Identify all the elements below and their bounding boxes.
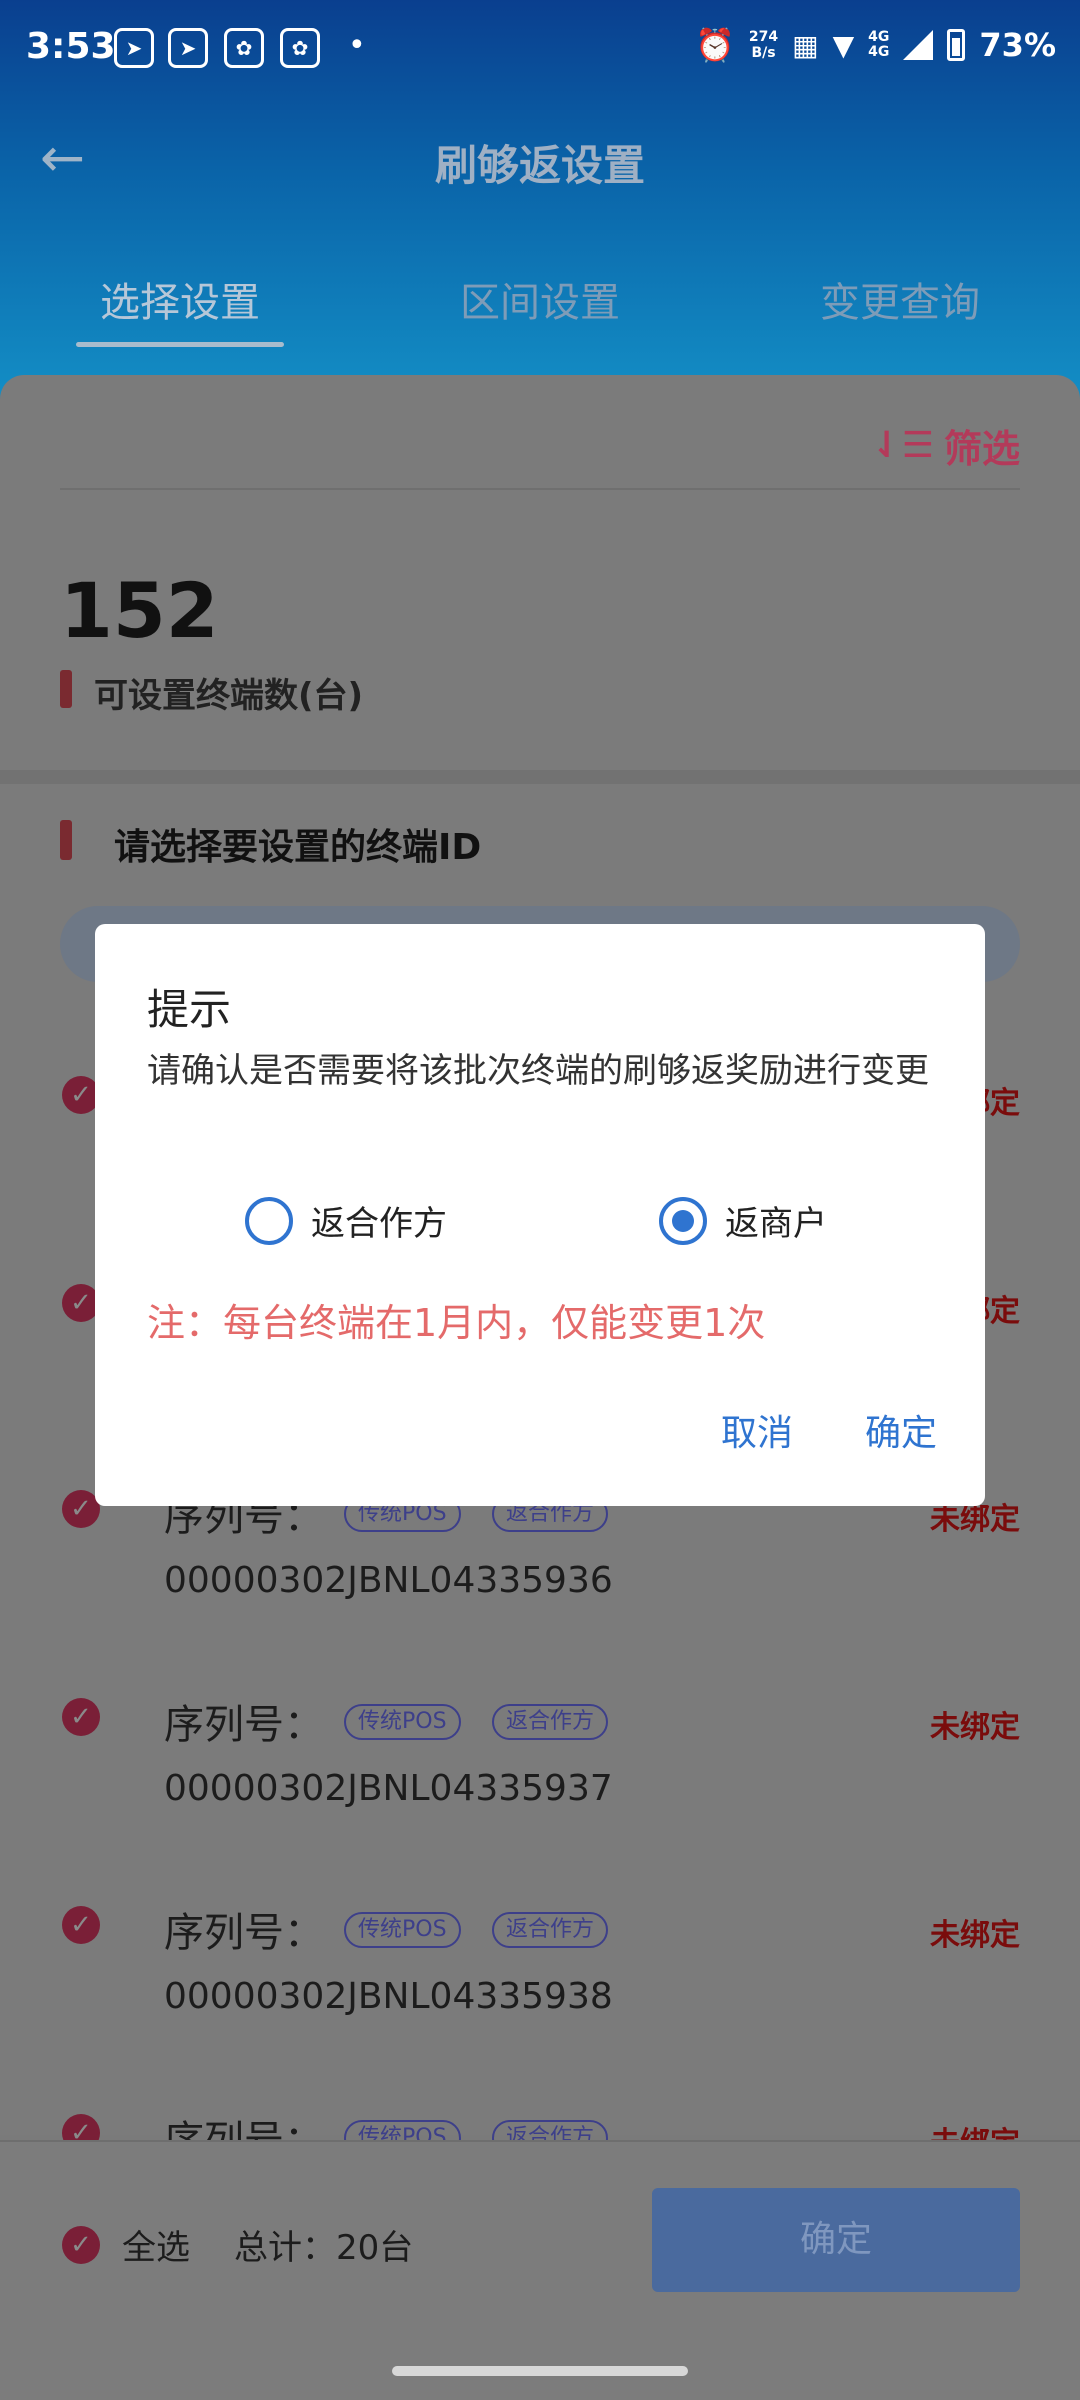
section-gap	[0, 770, 1080, 784]
total-count: 总计：20台	[234, 2228, 414, 2268]
rebate-badge: 返合作方	[492, 2120, 609, 2140]
tab-bar: 选择设置 区间设置 变更查询	[0, 270, 1080, 360]
list-item[interactable]: ✓ 序列号： 传统POS 返合作方 未绑定 00000302JBNL043359…	[0, 1698, 1080, 1906]
home-indicator[interactable]	[392, 2366, 688, 2376]
type-badge: 传统POS	[344, 2120, 461, 2140]
serial-number: 00000302JBNL04335937	[164, 1768, 613, 1809]
baidu-icon: ✿	[224, 28, 264, 68]
rebate-badge: 返合作方	[492, 1704, 609, 1740]
more-notifications-icon: •	[348, 28, 366, 63]
net-speed: 274 B/s	[748, 29, 779, 61]
radio-unchecked-icon[interactable]	[245, 1196, 293, 1245]
alarm-icon: ⏰	[695, 26, 735, 64]
radio-partner[interactable]: 返合作方	[245, 1196, 447, 1245]
section-accent-bar	[60, 820, 72, 860]
row-check-icon[interactable]: ✓	[62, 1906, 100, 1944]
select-all-check-icon[interactable]: ✓	[62, 2226, 100, 2264]
list-item[interactable]: ✓ 序列号： 传统POS 返合作方 未绑定 00000302JBNL043359…	[0, 1490, 1080, 1698]
select-all-label[interactable]: 全选	[122, 2220, 190, 2269]
terminal-count-label: 可设置终端数(台)	[94, 676, 364, 716]
tab-change-query[interactable]: 变更查询	[720, 270, 1080, 328]
rebate-badge: 返合作方	[492, 1912, 609, 1948]
terminal-count: 152	[60, 566, 219, 655]
active-tab-indicator	[76, 342, 284, 347]
signal-icon	[903, 30, 934, 60]
confirm-dialog: 提示 请确认是否需要将该批次终端的刷够返奖励进行变更 返合作方 返商户 注：每台…	[95, 924, 985, 1506]
dialog-message: 请确认是否需要将该批次终端的刷够返奖励进行变更	[147, 1051, 929, 1091]
label-accent-bar	[60, 670, 72, 708]
row-check-icon[interactable]: ✓	[62, 1698, 100, 1736]
status-time: 3:53	[26, 26, 116, 67]
radio-checked-icon[interactable]	[659, 1196, 707, 1245]
bottom-action-bar: ✓ 全选 总计：20台 确定	[0, 2140, 1080, 2400]
serial-label: 序列号：	[164, 1702, 324, 1748]
list-item[interactable]: ✓ 序列号： 传统POS 返合作方 未绑定	[0, 2114, 1080, 2140]
dialog-note: 注：每台终端在1月内，仅能变更1次	[147, 1301, 766, 1345]
serial-label: 序列号：	[164, 1910, 324, 1956]
row-status: 未绑定	[930, 1710, 1020, 1745]
battery-icon	[947, 29, 966, 61]
type-badge: 传统POS	[344, 1704, 461, 1740]
notification-app-icon: ➤	[114, 28, 154, 68]
row-status: 未绑定	[930, 1918, 1020, 1953]
type-badge: 传统POS	[344, 1912, 461, 1948]
confirm-button[interactable]: 确定	[652, 2188, 1020, 2292]
list-item[interactable]: ✓ 序列号： 传统POS 返合作方 未绑定 00000302JBNL043359…	[0, 1906, 1080, 2114]
page-title: 刷够返设置	[434, 141, 645, 190]
section-title: 请选择要设置的终端ID	[114, 827, 482, 868]
serial-number: 00000302JBNL04335936	[164, 1560, 613, 1601]
radio-merchant[interactable]: 返商户	[659, 1196, 827, 1245]
wifi-icon: ▼	[832, 28, 855, 62]
divider	[60, 488, 1020, 490]
cancel-button[interactable]: 取消	[721, 1404, 793, 1456]
battery-level: 73%	[979, 26, 1056, 64]
row-check-icon[interactable]: ✓	[62, 2114, 100, 2140]
tab-range-settings[interactable]: 区间设置	[360, 270, 720, 328]
tab-select-settings[interactable]: 选择设置	[0, 270, 360, 328]
nfc-icon: ▦	[792, 28, 819, 62]
baidu-icon: ✿	[280, 28, 320, 68]
dialog-title: 提示	[147, 985, 232, 1034]
serial-label: 序列号：	[164, 2114, 324, 2140]
network-type: 4G 4G	[868, 29, 890, 60]
serial-number: 00000302JBNL04335938	[164, 1976, 613, 2017]
row-status: 未绑定	[930, 2118, 1020, 2140]
filter-sort-icon: ⇃☰	[871, 425, 934, 466]
status-bar: 3:53 ➤ ➤ ✿ ✿ • ⏰ 274 B/s ▦ ▼ 4G 4G 73%	[0, 0, 1080, 100]
ok-button[interactable]: 确定	[865, 1404, 937, 1456]
notification-app-icon: ➤	[168, 28, 208, 68]
filter-button[interactable]: ⇃☰ 筛选	[872, 418, 1020, 473]
